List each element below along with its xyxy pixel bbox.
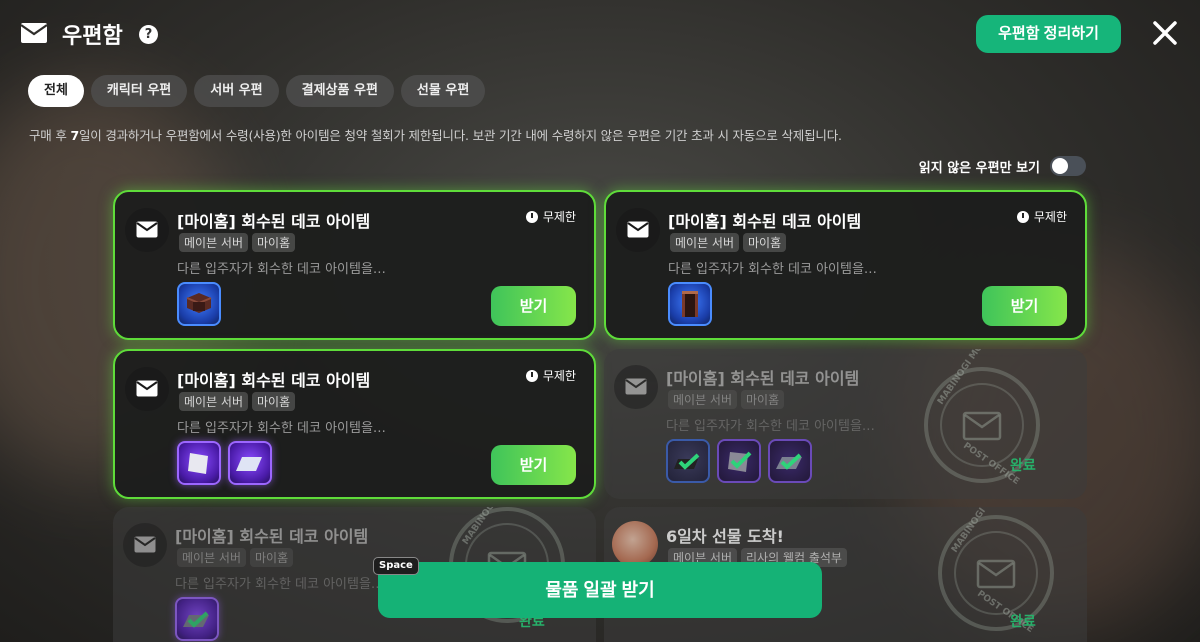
server-tag: 메이븐 서버 xyxy=(670,233,740,252)
mail-title: [마이홈] 회수된 데코 아이템 xyxy=(177,371,371,390)
attached-items xyxy=(668,282,712,326)
envelope-icon xyxy=(614,365,658,409)
expiry: 무제한 xyxy=(525,367,576,384)
item-icon[interactable] xyxy=(177,441,221,485)
envelope-icon xyxy=(616,208,660,252)
page-title: 우편함 xyxy=(62,24,123,49)
envelope-icon xyxy=(125,208,169,252)
mail-tags: 메이븐 서버 마이홈 xyxy=(177,548,294,567)
mail-description: 다른 입주자가 회수한 데코 아이템을… xyxy=(666,419,875,434)
done-label: 완료 xyxy=(1010,614,1036,630)
tab-gift-mail[interactable]: 선물 우편 xyxy=(400,75,486,107)
mail-card[interactable]: [마이홈] 회수된 데코 아이템 메이븐 서버 마이홈 다른 입주자가 회수한 … xyxy=(113,190,596,340)
item-icon[interactable] xyxy=(666,439,710,483)
mail-card-content: [마이홈] 회수된 데코 아이템 메이븐 서버 마이홈 다른 입주자가 회수한 … xyxy=(606,192,1085,338)
header: 우편함 ? 우편함 정리하기 xyxy=(0,0,1200,70)
mail-card[interactable]: [마이홈] 회수된 데코 아이템 메이븐 서버 마이홈 다른 입주자가 회수한 … xyxy=(604,190,1087,340)
mail-description: 다른 입주자가 회수한 데코 아이템을… xyxy=(177,421,386,436)
mail-card-content: [마이홈] 회수된 데코 아이템 메이븐 서버 마이홈 다른 입주자가 회수한 … xyxy=(115,351,594,497)
mail-title: 6일차 선물 도착! xyxy=(666,527,784,546)
clock-icon xyxy=(1016,210,1029,223)
close-icon[interactable] xyxy=(1150,18,1180,48)
tab-server-mail[interactable]: 서버 우편 xyxy=(194,75,279,107)
envelope-icon xyxy=(125,367,169,411)
category-tag: 마이홈 xyxy=(250,548,294,567)
mail-card[interactable]: [마이홈] 회수된 데코 아이템 메이븐 서버 마이홈 다른 입주자가 회수한 … xyxy=(113,349,596,499)
receive-button[interactable]: 받기 xyxy=(982,286,1067,326)
mail-description: 다른 입주자가 회수한 데코 아이템을… xyxy=(175,577,384,592)
server-tag: 메이븐 서버 xyxy=(668,390,738,409)
attached-items xyxy=(175,597,219,641)
notice-text-post: 일이 경과하거나 우편함에서 수령(사용)한 아이템은 청약 철회가 제한됩니다… xyxy=(78,128,842,143)
retention-notice: 구매 후 7일이 경과하거나 우편함에서 수령(사용)한 아이템은 청약 철회가… xyxy=(29,125,842,144)
category-tag: 마이홈 xyxy=(252,233,296,252)
done-label: 완료 xyxy=(1010,458,1036,474)
item-icon[interactable] xyxy=(717,439,761,483)
mail-card-content: [마이홈] 회수된 데코 아이템 메이븐 서버 마이홈 다른 입주자가 회수한 … xyxy=(115,192,594,338)
expiry-label: 무제한 xyxy=(1033,210,1067,224)
envelope-icon xyxy=(123,523,167,567)
bulk-receive-button[interactable]: 물품 일괄 받기 xyxy=(378,562,822,618)
notice-days: 7 xyxy=(70,128,79,143)
receive-button[interactable]: 받기 xyxy=(491,286,576,326)
toggle-knob xyxy=(1052,158,1068,174)
server-tag: 메이븐 서버 xyxy=(179,233,249,252)
item-icon[interactable] xyxy=(668,282,712,326)
help-icon[interactable]: ? xyxy=(139,25,158,44)
expiry: 무제한 xyxy=(525,208,576,225)
mail-title: [마이홈] 회수된 데코 아이템 xyxy=(177,212,371,231)
mail-title: [마이홈] 회수된 데코 아이템 xyxy=(175,527,369,546)
mail-description: 다른 입주자가 회수한 데코 아이템을… xyxy=(668,262,877,277)
unread-filter: 읽지 않은 우편만 보기 xyxy=(919,156,1086,176)
attached-items xyxy=(177,441,272,485)
mail-title: [마이홈] 회수된 데코 아이템 xyxy=(666,369,860,388)
tab-all[interactable]: 전체 xyxy=(28,75,84,107)
clock-icon xyxy=(525,210,538,223)
avatar xyxy=(612,521,658,567)
item-icon[interactable] xyxy=(177,282,221,326)
category-tag: 마이홈 xyxy=(252,392,296,411)
item-icon[interactable] xyxy=(175,597,219,641)
item-icon[interactable] xyxy=(768,439,812,483)
clock-icon xyxy=(525,369,538,382)
mail-tags: 메이븐 서버 마이홈 xyxy=(179,392,296,411)
expiry-label: 무제한 xyxy=(542,369,576,383)
mail-tags: 메이븐 서버 마이홈 xyxy=(668,390,785,409)
mail-description: 다른 입주자가 회수한 데코 아이템을… xyxy=(177,262,386,277)
category-tag: 마이홈 xyxy=(743,233,787,252)
attached-items xyxy=(666,439,812,483)
category-tag: 마이홈 xyxy=(741,390,785,409)
mail-title: [마이홈] 회수된 데코 아이템 xyxy=(668,212,862,231)
item-icon[interactable] xyxy=(228,441,272,485)
unread-only-toggle[interactable] xyxy=(1050,156,1086,176)
tab-payment-mail[interactable]: 결제상품 우편 xyxy=(285,75,394,107)
space-shortcut-badge: Space xyxy=(373,557,419,575)
server-tag: 메이븐 서버 xyxy=(179,392,249,411)
attached-items xyxy=(177,282,221,326)
expiry: 무제한 xyxy=(1016,208,1067,225)
mail-tags: 메이븐 서버 마이홈 xyxy=(179,233,296,252)
expiry-label: 무제한 xyxy=(542,210,576,224)
organize-mailbox-button[interactable]: 우편함 정리하기 xyxy=(976,15,1121,53)
mail-card[interactable]: MABINOGI MOBILE POST OFFICE [마이홈] 회수된 데코… xyxy=(604,349,1087,499)
server-tag: 메이븐 서버 xyxy=(177,548,247,567)
unread-only-label: 읽지 않은 우편만 보기 xyxy=(918,160,1040,176)
mail-icon xyxy=(20,23,48,43)
receive-button[interactable]: 받기 xyxy=(491,445,576,485)
notice-text-pre: 구매 후 xyxy=(29,128,71,143)
tab-character-mail[interactable]: 캐릭터 우편 xyxy=(90,75,188,107)
mail-tags: 메이븐 서버 마이홈 xyxy=(670,233,787,252)
mail-tabs: 전체 캐릭터 우편 서버 우편 결제상품 우편 선물 우편 xyxy=(28,75,486,107)
